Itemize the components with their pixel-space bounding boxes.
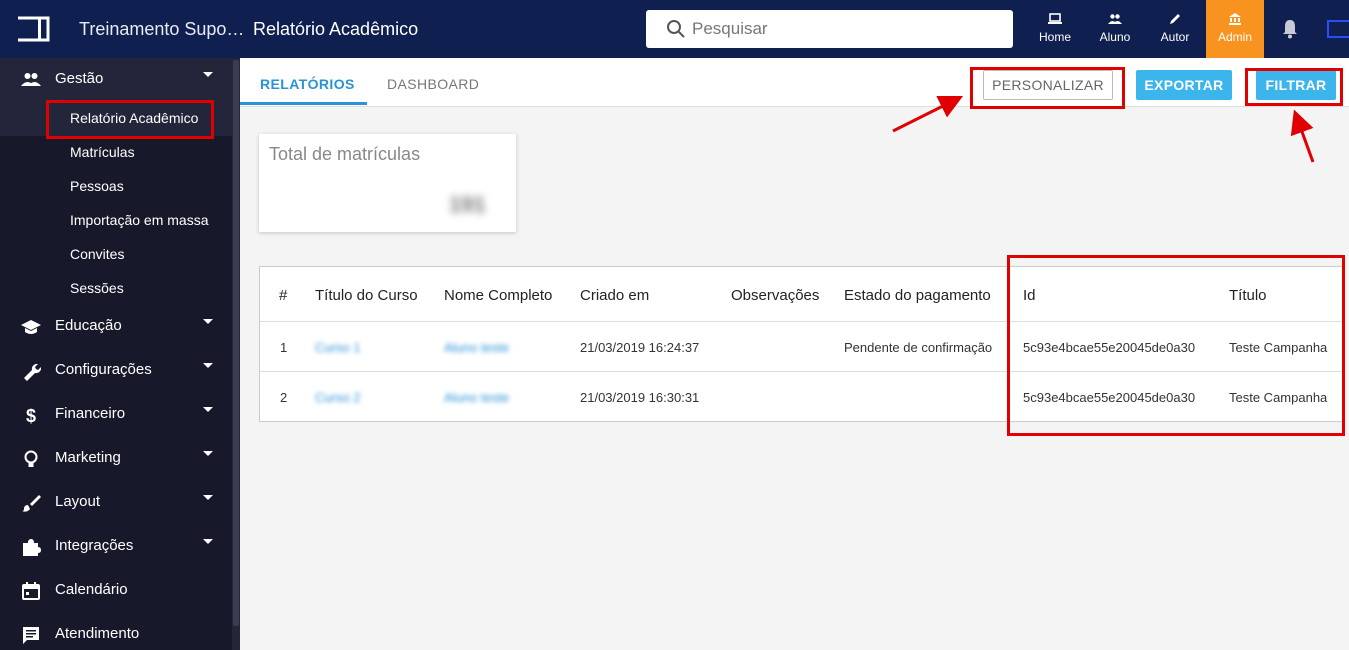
annotation-arrows [892,95,1315,163]
arrow-to-filtrar [1290,109,1315,163]
arrow-to-personalizar [892,95,964,133]
